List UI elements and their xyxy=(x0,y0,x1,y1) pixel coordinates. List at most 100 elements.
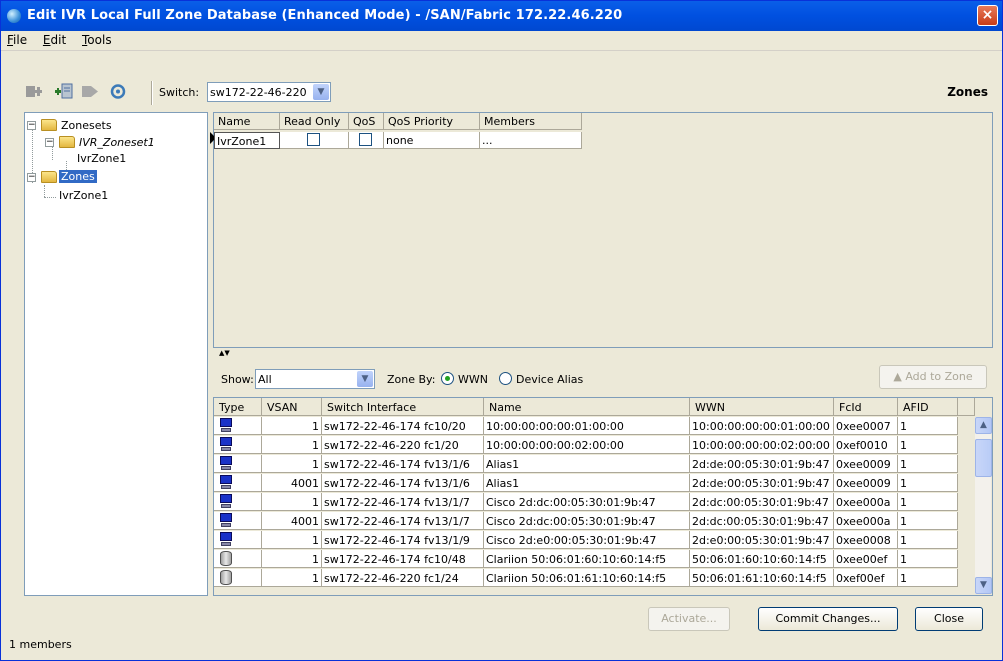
afid-cell[interactable]: 1 xyxy=(898,436,958,454)
scroll-down-icon[interactable]: ▼ xyxy=(975,577,992,594)
wwn-cell[interactable]: 2d:dc:00:05:30:01:9b:47 xyxy=(690,512,834,530)
vsan-cell[interactable]: 4001 xyxy=(262,512,322,530)
afid-cell[interactable]: 1 xyxy=(898,531,958,549)
iface-cell[interactable]: sw172-22-46-174 fv13/1/6 xyxy=(322,474,484,492)
chevron-down-icon[interactable]: ▼ xyxy=(357,371,373,387)
wwn-cell[interactable]: 2d:dc:00:05:30:01:9b:47 xyxy=(690,493,834,511)
vsan-cell[interactable]: 4001 xyxy=(262,474,322,492)
iface-cell[interactable]: sw172-22-46-174 fv13/1/7 xyxy=(322,493,484,511)
chevron-down-icon[interactable]: ▼ xyxy=(313,84,329,100)
window-close-button[interactable]: × xyxy=(977,5,998,26)
wwn-cell[interactable]: 10:00:00:00:00:01:00:00 xyxy=(690,417,834,435)
fcid-cell[interactable]: 0xee0008 xyxy=(834,531,898,549)
radio-wwn-label[interactable]: WWN xyxy=(458,373,488,386)
fcid-cell[interactable]: 0xee0007 xyxy=(834,417,898,435)
pane-splitter[interactable]: ▲▼ xyxy=(213,349,993,359)
col-header-vsan[interactable]: VSAN xyxy=(262,398,322,416)
vsan-cell[interactable]: 1 xyxy=(262,417,322,435)
col-header-switch-interface[interactable]: Switch Interface xyxy=(322,398,484,416)
wwn-cell[interactable]: 2d:e0:00:05:30:01:9b:47 xyxy=(690,531,834,549)
fcid-cell[interactable]: 0xee0009 xyxy=(834,474,898,492)
split-arrows-icon[interactable]: ▲▼ xyxy=(219,349,230,357)
scroll-thumb[interactable] xyxy=(975,439,992,477)
col-header-type[interactable]: Type xyxy=(214,398,262,416)
type-cell[interactable] xyxy=(214,436,262,454)
iface-cell[interactable]: sw172-22-46-220 fc1/24 xyxy=(322,569,484,587)
type-cell[interactable] xyxy=(214,550,262,568)
menu-file[interactable]: File xyxy=(1,31,33,49)
col-header-wwn[interactable]: WWN xyxy=(690,398,834,416)
name-cell[interactable]: Alias1 xyxy=(484,455,690,473)
type-cell[interactable] xyxy=(214,474,262,492)
name-cell[interactable]: 10:00:00:00:00:01:00:00 xyxy=(484,417,690,435)
radio-device-alias-label[interactable]: Device Alias xyxy=(516,373,583,386)
fcid-cell[interactable]: 0xef0010 xyxy=(834,436,898,454)
fcid-cell[interactable]: 0xee0009 xyxy=(834,455,898,473)
type-cell[interactable] xyxy=(214,417,262,435)
members-cell[interactable]: ... xyxy=(480,132,582,149)
type-cell[interactable] xyxy=(214,493,262,511)
close-button[interactable]: Close xyxy=(915,607,983,631)
name-cell[interactable]: Cisco 2d:dc:00:05:30:01:9b:47 xyxy=(484,512,690,530)
collapse-icon[interactable]: − xyxy=(45,138,54,147)
col-header-fcid[interactable]: FcId xyxy=(834,398,898,416)
fcid-cell[interactable]: 0xef00ef xyxy=(834,569,898,587)
read-only-checkbox[interactable] xyxy=(307,133,320,146)
show-dropdown[interactable]: All ▼ xyxy=(255,369,375,389)
afid-cell[interactable]: 1 xyxy=(898,417,958,435)
afid-cell[interactable]: 1 xyxy=(898,474,958,492)
name-cell[interactable]: Clariion 50:06:01:61:10:60:14:f5 xyxy=(484,569,690,587)
radio-wwn[interactable] xyxy=(441,372,454,385)
iface-cell[interactable]: sw172-22-46-220 fc1/20 xyxy=(322,436,484,454)
name-cell[interactable]: 10:00:00:00:00:02:00:00 xyxy=(484,436,690,454)
fcid-cell[interactable]: 0xee00ef xyxy=(834,550,898,568)
switch-dropdown[interactable]: sw172-22-46-220 ▼ xyxy=(207,82,331,102)
type-cell[interactable] xyxy=(214,569,262,587)
menu-tools[interactable]: Tools xyxy=(76,31,118,49)
members-scrollbar[interactable]: ▲ ▼ xyxy=(974,417,992,594)
refresh-icon[interactable] xyxy=(109,83,127,100)
col-header-qos-priority[interactable]: QoS Priority xyxy=(384,113,480,130)
iface-cell[interactable]: sw172-22-46-174 fv13/1/7 xyxy=(322,512,484,530)
col-header-name[interactable]: Name xyxy=(214,113,280,130)
afid-cell[interactable]: 1 xyxy=(898,493,958,511)
afid-cell[interactable]: 1 xyxy=(898,455,958,473)
name-cell[interactable]: Cisco 2d:e0:00:05:30:01:9b:47 xyxy=(484,531,690,549)
col-header-name[interactable]: Name xyxy=(484,398,690,416)
afid-cell[interactable]: 1 xyxy=(898,550,958,568)
collapse-icon[interactable]: − xyxy=(27,173,36,182)
zone-name-cell[interactable]: IvrZone1 xyxy=(214,132,280,149)
insert-member-icon[interactable] xyxy=(55,83,73,100)
vsan-cell[interactable]: 1 xyxy=(262,531,322,549)
col-header-members[interactable]: Members xyxy=(480,113,582,130)
qos-checkbox[interactable] xyxy=(359,133,372,146)
iface-cell[interactable]: sw172-22-46-174 fc10/48 xyxy=(322,550,484,568)
wwn-cell[interactable]: 50:06:01:60:10:60:14:f5 xyxy=(690,550,834,568)
fcid-cell[interactable]: 0xee000a xyxy=(834,493,898,511)
wwn-cell[interactable]: 50:06:01:61:10:60:14:f5 xyxy=(690,569,834,587)
col-header-afid[interactable]: AFID xyxy=(898,398,958,416)
name-cell[interactable]: Cisco 2d:dc:00:05:30:01:9b:47 xyxy=(484,493,690,511)
activate-button[interactable]: Activate... xyxy=(648,607,730,631)
name-cell[interactable]: Alias1 xyxy=(484,474,690,492)
add-zone-icon[interactable] xyxy=(25,83,43,100)
afid-cell[interactable]: 1 xyxy=(898,512,958,530)
vsan-cell[interactable]: 1 xyxy=(262,455,322,473)
name-cell[interactable]: Clariion 50:06:01:60:10:60:14:f5 xyxy=(484,550,690,568)
commit-changes-button[interactable]: Commit Changes... xyxy=(758,607,898,631)
scroll-up-icon[interactable]: ▲ xyxy=(975,417,992,434)
iface-cell[interactable]: sw172-22-46-174 fc10/20 xyxy=(322,417,484,435)
tree-node-zoneset-zone[interactable]: IvrZone1 xyxy=(77,152,126,168)
vsan-cell[interactable]: 1 xyxy=(262,550,322,568)
type-cell[interactable] xyxy=(214,531,262,549)
wwn-cell[interactable]: 2d:de:00:05:30:01:9b:47 xyxy=(690,474,834,492)
menu-edit[interactable]: Edit xyxy=(37,31,72,49)
iface-cell[interactable]: sw172-22-46-174 fv13/1/9 xyxy=(322,531,484,549)
wwn-cell[interactable]: 10:00:00:00:00:02:00:00 xyxy=(690,436,834,454)
radio-device-alias[interactable] xyxy=(499,372,512,385)
move-member-icon[interactable] xyxy=(81,83,99,100)
iface-cell[interactable]: sw172-22-46-174 fv13/1/6 xyxy=(322,455,484,473)
type-cell[interactable] xyxy=(214,512,262,530)
type-cell[interactable] xyxy=(214,455,262,473)
vsan-cell[interactable]: 1 xyxy=(262,493,322,511)
